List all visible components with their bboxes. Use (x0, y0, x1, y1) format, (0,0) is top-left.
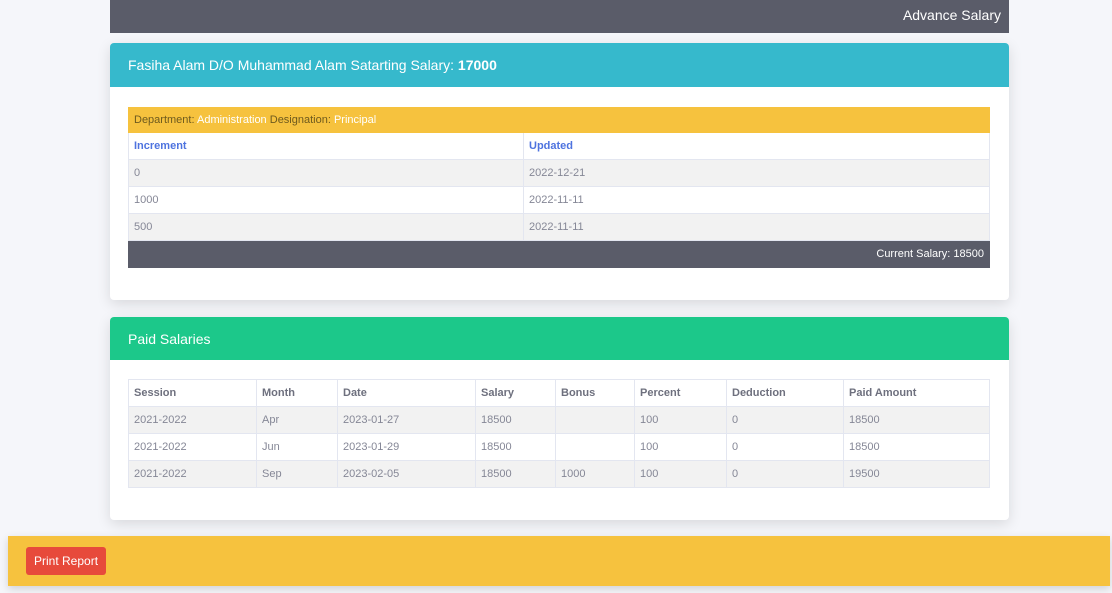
table-row: 2021-2022 Apr 2023-01-27 18500 100 0 18500 (128, 406, 990, 434)
column-header: Bonus (555, 379, 635, 407)
table-row: 0 2022-12-21 (128, 159, 990, 187)
table-row: 2021-2022 Jun 2023-01-29 18500 100 0 18500 (128, 433, 990, 461)
card-header: Fasiha Alam D/O Muhammad Alam Satarting … (110, 43, 1009, 87)
page-header-bar: Advance Salary (110, 0, 1009, 33)
column-header: Date (337, 379, 476, 407)
paid-salaries-card: Paid Salaries Session Month Date Salary … (110, 317, 1009, 520)
column-header: Increment (128, 132, 524, 160)
employee-heading: Fasiha Alam D/O Muhammad Alam Satarting … (128, 57, 455, 73)
column-header: Percent (634, 379, 727, 407)
increment-table: Department: Administration Designation: … (128, 107, 990, 268)
column-header: Month (256, 379, 338, 407)
table-row: 2021-2022 Sep 2023-02-05 18500 1000 100 0 19500 (128, 460, 990, 488)
current-salary: Current Salary: 18500 (128, 240, 990, 268)
footer-bar: Print Report (8, 536, 1110, 586)
column-header: Deduction (726, 379, 844, 407)
department-info: Department: Administration Designation: … (128, 107, 990, 133)
column-header: Salary (475, 379, 556, 407)
card-header: Paid Salaries (110, 317, 1009, 360)
employee-salary-card: Fasiha Alam D/O Muhammad Alam Satarting … (110, 43, 1009, 300)
starting-salary: 17000 (457, 57, 497, 73)
paid-salaries-table: Session Month Date Salary Bonus Percent … (128, 379, 990, 488)
column-header: Updated (523, 132, 990, 160)
column-header: Session (128, 379, 257, 407)
table-row: 1000 2022-11-11 (128, 186, 990, 214)
column-header: Paid Amount (843, 379, 990, 407)
page-title: Advance Salary (902, 7, 1001, 23)
print-report-button[interactable]: Print Report (26, 547, 107, 575)
table-row: 500 2022-11-11 (128, 213, 990, 241)
